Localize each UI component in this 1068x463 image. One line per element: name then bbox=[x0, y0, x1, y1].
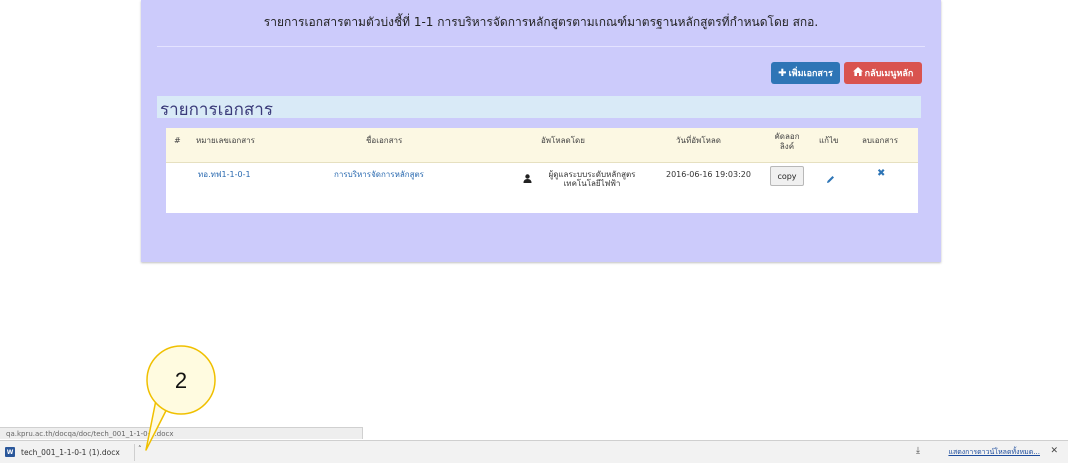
back-to-main-menu-button[interactable]: กลับเมนูหลัก bbox=[844, 62, 922, 84]
back-to-main-menu-label: กลับเมนูหลัก bbox=[864, 69, 914, 79]
doc-id-link[interactable]: ทอ.ทฟ1-1-0-1 bbox=[198, 170, 251, 179]
download-item[interactable]: W tech_001_1-1-0-1 (1).docx bbox=[0, 441, 134, 463]
uploader-cell: ผู้ดูแลระบบระดับหลักสูตร เทคโนโลยีไฟฟ้า bbox=[536, 170, 648, 188]
upload-date: 2016-06-16 19:03:20 bbox=[666, 170, 751, 179]
download-filename: tech_001_1-1-0-1 (1).docx bbox=[21, 447, 120, 457]
download-icon: ⤓ bbox=[916, 446, 920, 456]
column-header-edit: แก้ไข bbox=[819, 136, 839, 145]
column-header-doc-name: ชื่อเอกสาร bbox=[366, 136, 403, 145]
column-header-doc-id: หมายเลขเอกสาร bbox=[196, 136, 255, 145]
user-icon bbox=[523, 168, 532, 187]
callout-number: 2 bbox=[175, 368, 187, 393]
chevron-up-icon[interactable]: ˄ bbox=[138, 445, 142, 453]
copy-link-button[interactable]: copy bbox=[770, 166, 804, 186]
status-bar-url: qa.kpru.ac.th/docqa/doc/tech_001_1-1-0-1… bbox=[0, 427, 363, 439]
download-bar: W tech_001_1-1-0-1 (1).docx ˄ ⤓ แสดงการด… bbox=[0, 440, 1068, 463]
column-header-num: # bbox=[174, 136, 181, 145]
documents-table: # หมายเลขเอกสาร ชื่อเอกสาร อัพโหลดโดย วั… bbox=[166, 128, 918, 213]
add-document-button[interactable]: ✚ เพิ่มเอกสาร bbox=[771, 62, 840, 84]
column-header-copy-link: คัดลอก ลิงค์ bbox=[770, 132, 804, 152]
copy-link-line2: ลิงค์ bbox=[779, 142, 795, 151]
close-icon[interactable]: ✕ bbox=[1050, 446, 1058, 456]
download-item-separator bbox=[134, 444, 135, 461]
word-doc-icon: W bbox=[5, 447, 15, 457]
close-icon[interactable]: ✖ bbox=[877, 168, 885, 179]
doc-name-link[interactable]: การบริหารจัดการหลักสูตร bbox=[334, 170, 424, 179]
document-list-panel: รายการเอกสารตามตัวบ่งชี้ที่ 1-1 การบริหา… bbox=[141, 0, 941, 262]
header-divider bbox=[157, 46, 925, 47]
copy-link-line1: คัดลอก bbox=[774, 132, 800, 141]
section-title: รายการเอกสาร bbox=[160, 100, 273, 120]
page-title: รายการเอกสารตามตัวบ่งชี้ที่ 1-1 การบริหา… bbox=[263, 15, 819, 29]
plus-icon: ✚ bbox=[778, 67, 787, 79]
add-document-label: เพิ่มเอกสาร bbox=[788, 69, 833, 79]
column-header-upload-date: วันที่อัพโหลด bbox=[676, 136, 721, 145]
pencil-icon[interactable] bbox=[826, 169, 835, 188]
show-all-downloads-link[interactable]: แสดงการดาวน์โหลดทั้งหมด... bbox=[948, 447, 1040, 458]
uploader-name-line2: เทคโนโลยีไฟฟ้า bbox=[563, 179, 621, 188]
table-header: # หมายเลขเอกสาร ชื่อเอกสาร อัพโหลดโดย วั… bbox=[166, 128, 918, 163]
column-header-uploader: อัพโหลดโดย bbox=[541, 136, 585, 145]
column-header-delete: ลบเอกสาร bbox=[862, 136, 899, 145]
home-icon bbox=[852, 67, 863, 79]
uploader-name-line1: ผู้ดูแลระบบระดับหลักสูตร bbox=[548, 170, 636, 179]
section-header: รายการเอกสาร bbox=[157, 96, 921, 120]
